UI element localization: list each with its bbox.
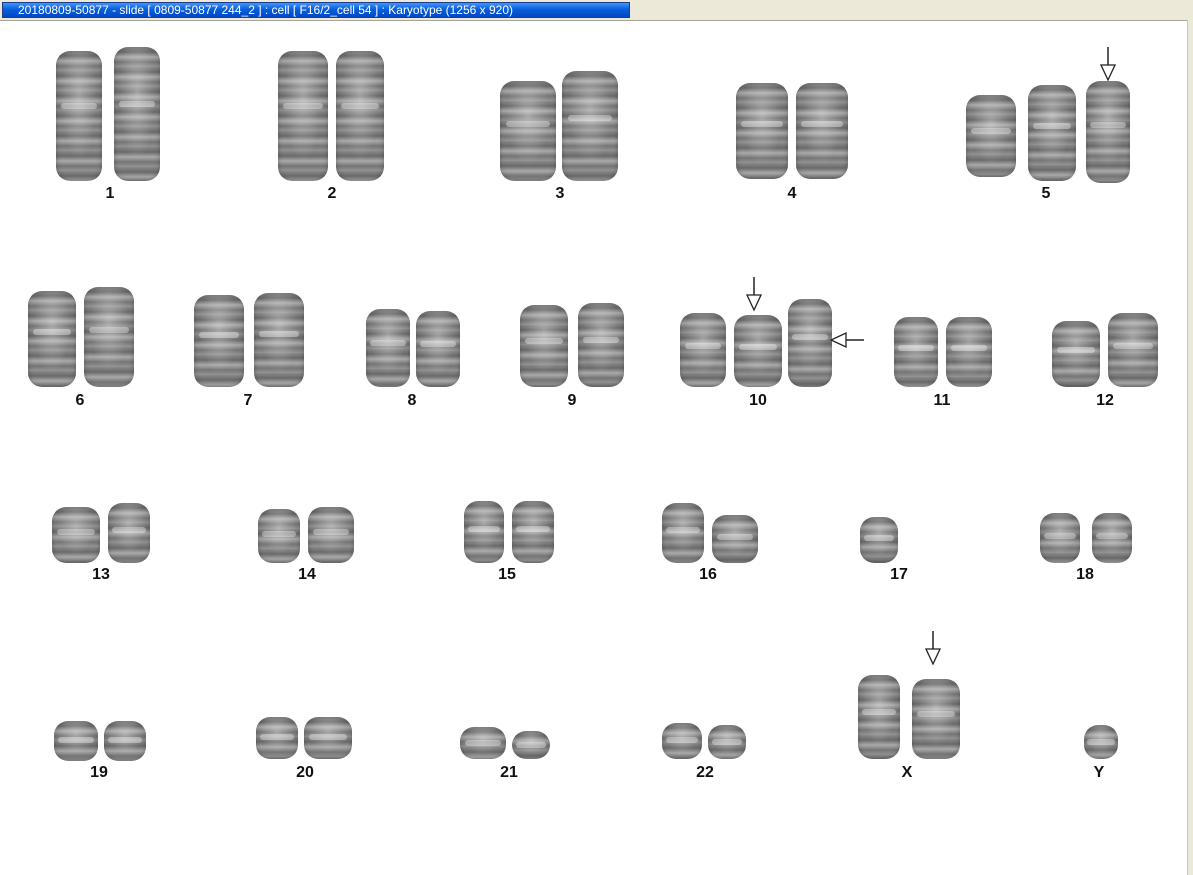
chromosome-X-a[interactable] — [858, 675, 900, 759]
chromosome-label-13: 13 — [92, 566, 110, 583]
karyotype-window: 20180809-50877 - slide [ 0809-50877 244_… — [0, 0, 1193, 875]
chromosome-label-11: 11 — [933, 392, 951, 409]
chromosome-13b[interactable] — [108, 503, 150, 563]
chromosome-Y-a[interactable] — [1084, 725, 1118, 759]
chromosome-21a[interactable] — [460, 727, 506, 759]
chromosome-21b[interactable] — [512, 731, 550, 759]
chromosome-9b[interactable] — [578, 303, 624, 387]
chromosome-5c[interactable] — [1086, 81, 1130, 183]
chromosome-label-X: X — [901, 764, 913, 781]
chromosome-15b[interactable] — [512, 501, 554, 563]
chromosome-1b[interactable] — [114, 47, 160, 181]
title-bar: 20180809-50877 - slide [ 0809-50877 244_… — [0, 0, 1193, 21]
chromosome-label-10: 10 — [749, 392, 767, 409]
chromosome-X-b[interactable] — [912, 679, 960, 759]
chromosome-label-12: 12 — [1096, 392, 1114, 409]
chromosome-2b[interactable] — [336, 51, 384, 181]
chromosome-13a[interactable] — [52, 507, 100, 563]
chromosome-label-7: 7 — [243, 392, 253, 409]
karyotype-canvas: 1 2 3 4 5 6 7 8 9 10 11 12 13 14 15 16 1… — [0, 21, 1186, 875]
chromosome-15a[interactable] — [464, 501, 504, 563]
arrow-down-icon — [924, 631, 942, 666]
chromosome-18a[interactable] — [1040, 513, 1080, 563]
chromosome-label-20: 20 — [296, 764, 314, 781]
chromosome-9a[interactable] — [520, 305, 568, 387]
chromosome-label-4: 4 — [787, 185, 797, 202]
chromosome-20b[interactable] — [304, 717, 352, 759]
chromosome-14a[interactable] — [258, 509, 300, 563]
chromosome-19a[interactable] — [54, 721, 98, 761]
chromosome-6b[interactable] — [84, 287, 134, 387]
chromosome-5b[interactable] — [1028, 85, 1076, 181]
chromosome-4a[interactable] — [736, 83, 788, 179]
chromosome-label-8: 8 — [407, 392, 417, 409]
chromosome-12b[interactable] — [1108, 313, 1158, 387]
arrow-left-icon — [829, 331, 864, 349]
vertical-scrollbar-track[interactable] — [1187, 20, 1193, 875]
chromosome-1a[interactable] — [56, 51, 102, 181]
chromosome-label-21: 21 — [500, 764, 518, 781]
window-title-tab[interactable]: 20180809-50877 - slide [ 0809-50877 244_… — [2, 2, 630, 18]
chromosome-7a[interactable] — [194, 295, 244, 387]
chromosome-4b[interactable] — [796, 83, 848, 179]
chromosome-16b[interactable] — [712, 515, 758, 563]
chromosome-label-17: 17 — [890, 566, 908, 583]
chromosome-label-2: 2 — [327, 185, 337, 202]
chromosome-10b[interactable] — [734, 315, 782, 387]
chromosome-11a[interactable] — [894, 317, 938, 387]
chromosome-label-Y: Y — [1093, 764, 1105, 781]
arrow-down-icon — [1099, 47, 1117, 82]
chromosome-16a[interactable] — [662, 503, 704, 563]
chromosome-3b[interactable] — [562, 71, 618, 181]
chromosome-22a[interactable] — [662, 723, 702, 759]
chromosome-label-18: 18 — [1076, 566, 1094, 583]
chromosome-label-6: 6 — [75, 392, 85, 409]
chromosome-label-14: 14 — [298, 566, 316, 583]
arrow-down-icon — [745, 277, 763, 312]
chromosome-label-3: 3 — [555, 185, 565, 202]
chromosome-label-9: 9 — [567, 392, 577, 409]
chromosome-12a[interactable] — [1052, 321, 1100, 387]
chromosome-19b[interactable] — [104, 721, 146, 761]
chromosome-2a[interactable] — [278, 51, 328, 181]
chromosome-8b[interactable] — [416, 311, 460, 387]
chromosome-label-1: 1 — [105, 185, 115, 202]
chromosome-6a[interactable] — [28, 291, 76, 387]
chromosome-label-19: 19 — [90, 764, 108, 781]
chromosome-label-5: 5 — [1041, 185, 1051, 202]
chromosome-7b[interactable] — [254, 293, 304, 387]
chromosome-label-22: 22 — [696, 764, 714, 781]
chromosome-22b[interactable] — [708, 725, 746, 759]
chromosome-8a[interactable] — [366, 309, 410, 387]
chromosome-10c[interactable] — [788, 299, 832, 387]
window-title: 20180809-50877 - slide [ 0809-50877 244_… — [18, 3, 513, 17]
chromosome-10a[interactable] — [680, 313, 726, 387]
chromosome-17a[interactable] — [860, 517, 898, 563]
chromosome-5a[interactable] — [966, 95, 1016, 177]
chromosome-20a[interactable] — [256, 717, 298, 759]
chromosome-3a[interactable] — [500, 81, 556, 181]
chromosome-14b[interactable] — [308, 507, 354, 563]
chromosome-label-16: 16 — [699, 566, 717, 583]
chromosome-18b[interactable] — [1092, 513, 1132, 563]
chromosome-label-15: 15 — [498, 566, 516, 583]
chromosome-11b[interactable] — [946, 317, 992, 387]
